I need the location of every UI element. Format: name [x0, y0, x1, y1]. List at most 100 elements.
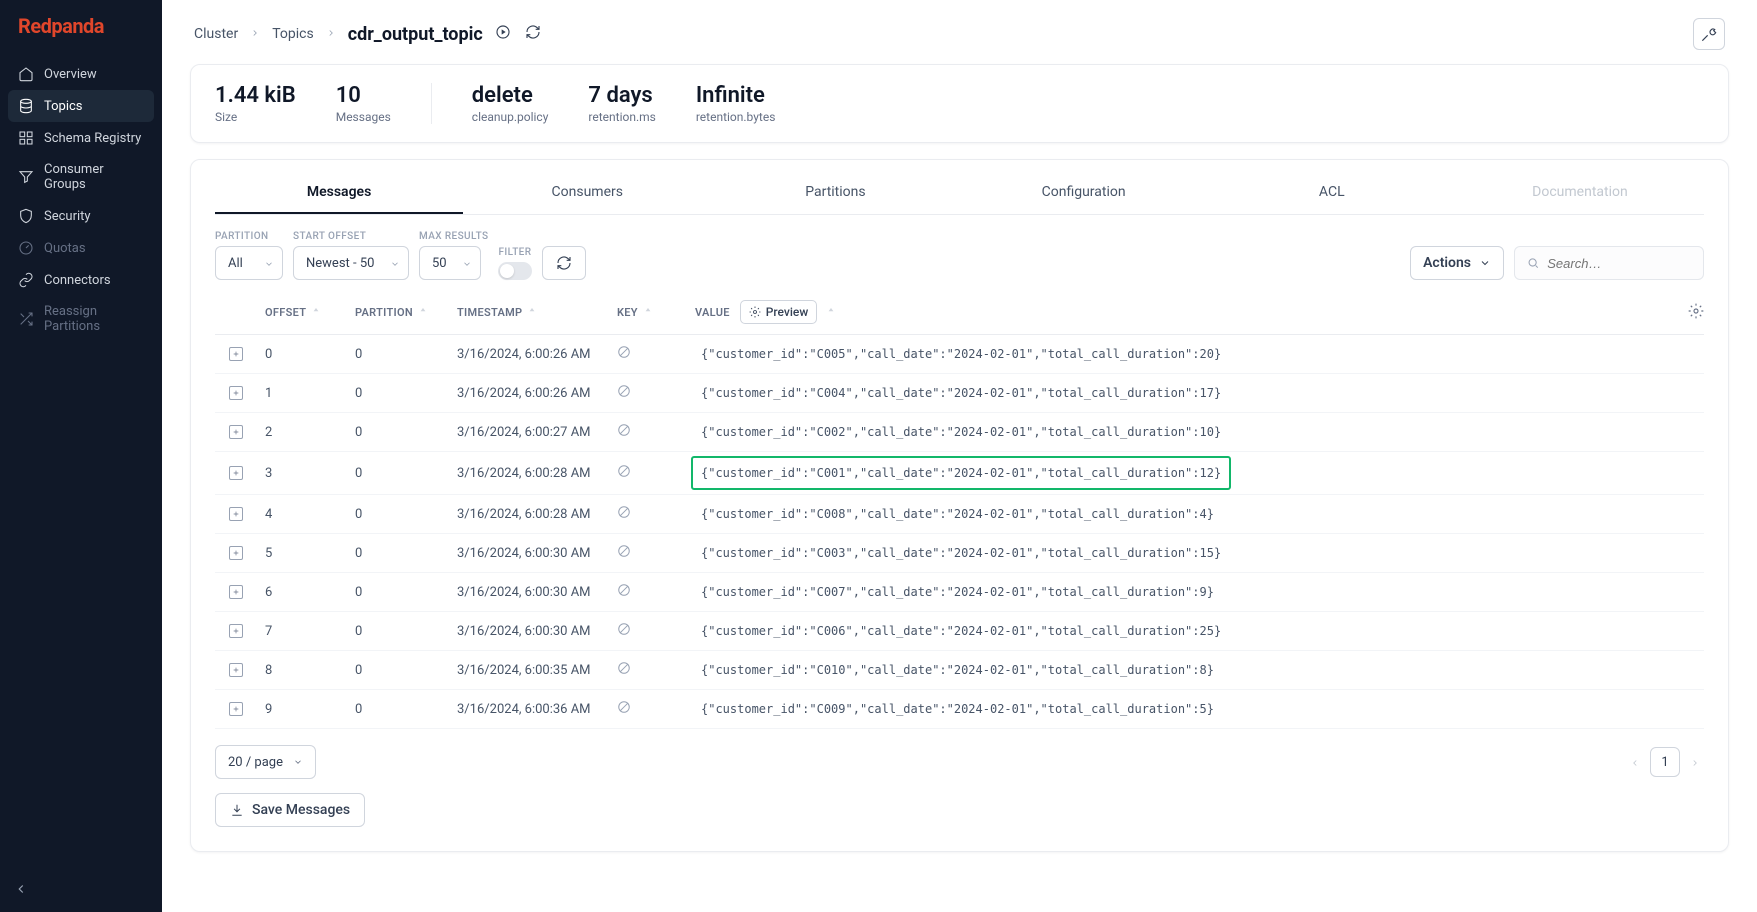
expand-row-button[interactable] — [229, 386, 243, 400]
cell-value: {"customer_id":"C008","call_date":"2024-… — [695, 505, 1664, 523]
max-results-select[interactable]: 50 — [419, 246, 481, 280]
sidebar-item-connectors[interactable]: Connectors — [8, 264, 154, 296]
save-messages-button[interactable]: Save Messages — [215, 793, 365, 827]
page-prev-button[interactable] — [1626, 749, 1644, 776]
table-row[interactable]: 003/16/2024, 6:00:26 AM{"customer_id":"C… — [215, 335, 1704, 374]
sort-icon[interactable] — [419, 306, 427, 319]
cell-offset: 9 — [265, 702, 355, 717]
sidebar-item-topics[interactable]: Topics — [8, 90, 154, 122]
tab-messages[interactable]: Messages — [215, 174, 463, 214]
chevron-right-icon — [326, 26, 336, 42]
th-partition[interactable]: PARTITION — [355, 306, 413, 319]
page-next-button[interactable] — [1686, 749, 1704, 776]
cell-value: {"customer_id":"C006","call_date":"2024-… — [695, 622, 1664, 640]
tab-acl[interactable]: ACL — [1208, 174, 1456, 214]
expand-row-button[interactable] — [229, 347, 243, 361]
sidebar-item-consumer-groups[interactable]: Consumer Groups — [8, 154, 154, 200]
null-icon — [617, 661, 631, 679]
table-row[interactable]: 603/16/2024, 6:00:30 AM{"customer_id":"C… — [215, 573, 1704, 612]
grid-icon — [18, 130, 34, 146]
table-row[interactable]: 203/16/2024, 6:00:27 AM{"customer_id":"C… — [215, 413, 1704, 452]
sort-icon[interactable] — [312, 306, 320, 319]
table-row[interactable]: 503/16/2024, 6:00:30 AM{"customer_id":"C… — [215, 534, 1704, 573]
cell-value: {"customer_id":"C002","call_date":"2024-… — [695, 423, 1664, 441]
refresh-icon[interactable] — [525, 24, 541, 44]
actions-button[interactable]: Actions — [1410, 246, 1504, 280]
sidebar: Redpanda OverviewTopicsSchema RegistryCo… — [0, 0, 162, 912]
cell-partition: 0 — [355, 585, 457, 600]
sidebar-item-label: Schema Registry — [44, 131, 141, 146]
expand-row-button[interactable] — [229, 663, 243, 677]
expand-row-button[interactable] — [229, 624, 243, 638]
sort-icon[interactable] — [644, 306, 652, 319]
sidebar-collapse-button[interactable] — [14, 881, 28, 900]
null-icon — [617, 700, 631, 718]
cell-value: {"customer_id":"C010","call_date":"2024-… — [695, 661, 1664, 679]
chevron-right-icon — [250, 26, 260, 42]
sidebar-nav: OverviewTopics Schema Registry Consumer Gr… — [0, 52, 162, 348]
start-offset-select[interactable]: Newest - 50 — [293, 246, 409, 280]
sidebar-item-quotas[interactable]: Quotas — [8, 232, 154, 264]
th-offset[interactable]: OFFSET — [265, 306, 306, 319]
sidebar-item-schema-registry[interactable]: Schema Registry — [8, 122, 154, 154]
th-key[interactable]: KEY — [617, 306, 638, 319]
breadcrumb-cluster[interactable]: Cluster — [194, 26, 238, 42]
null-icon — [617, 384, 631, 402]
search-input-wrapper[interactable] — [1514, 246, 1704, 280]
th-value[interactable]: VALUE — [695, 306, 730, 319]
sidebar-item-reassign-partitions[interactable]: Reassign Partitions — [8, 296, 154, 342]
cell-offset: 4 — [265, 507, 355, 522]
table-settings-button[interactable] — [1664, 303, 1704, 322]
expand-row-button[interactable] — [229, 702, 243, 716]
expand-row-button[interactable] — [229, 425, 243, 439]
filter-toggle[interactable] — [498, 262, 532, 280]
partition-select[interactable]: All — [215, 246, 283, 280]
home-icon — [18, 66, 34, 82]
cell-key — [617, 622, 695, 640]
sidebar-item-security[interactable]: Security — [8, 200, 154, 232]
stat-label: retention.bytes — [696, 110, 776, 124]
tab-configuration[interactable]: Configuration — [960, 174, 1208, 214]
start-offset-label: START OFFSET — [293, 231, 409, 242]
table-row[interactable]: 303/16/2024, 6:00:28 AM{"customer_id":"C… — [215, 452, 1704, 495]
main-content: Cluster Topics cdr_output_topic 1.44 kiB… — [162, 0, 1757, 912]
th-timestamp[interactable]: TIMESTAMP — [457, 306, 522, 319]
settings-button[interactable] — [1693, 18, 1725, 50]
expand-row-button[interactable] — [229, 507, 243, 521]
table-row[interactable]: 903/16/2024, 6:00:36 AM{"customer_id":"C… — [215, 690, 1704, 729]
tab-partitions[interactable]: Partitions — [711, 174, 959, 214]
null-icon — [617, 464, 631, 482]
stat-value: 1.44 kiB — [215, 83, 296, 108]
cell-partition: 0 — [355, 386, 457, 401]
expand-row-button[interactable] — [229, 585, 243, 599]
cell-partition: 0 — [355, 347, 457, 362]
expand-row-button[interactable] — [229, 466, 243, 480]
table-row[interactable]: 703/16/2024, 6:00:30 AM{"customer_id":"C… — [215, 612, 1704, 651]
table-row[interactable]: 803/16/2024, 6:00:35 AM{"customer_id":"C… — [215, 651, 1704, 690]
sort-icon[interactable] — [827, 306, 835, 319]
cell-timestamp: 3/16/2024, 6:00:35 AM — [457, 663, 617, 678]
topic-stats: 1.44 kiBSize10Messagesdeletecleanup.poli… — [190, 64, 1729, 143]
cell-timestamp: 3/16/2024, 6:00:36 AM — [457, 702, 617, 717]
table-row[interactable]: 403/16/2024, 6:00:28 AM{"customer_id":"C… — [215, 495, 1704, 534]
play-icon[interactable] — [495, 24, 511, 44]
cell-offset: 5 — [265, 546, 355, 561]
filter-row: PARTITION All START OFFSET Newest - 50 M… — [215, 231, 1704, 280]
null-icon — [617, 544, 631, 562]
expand-row-button[interactable] — [229, 546, 243, 560]
chevron-down-icon — [390, 258, 400, 268]
sort-icon[interactable] — [528, 306, 536, 319]
panel-tabs: MessagesConsumersPartitionsConfiguration… — [215, 174, 1704, 215]
page-number[interactable]: 1 — [1650, 747, 1680, 777]
tab-consumers[interactable]: Consumers — [463, 174, 711, 214]
table-row[interactable]: 103/16/2024, 6:00:26 AM{"customer_id":"C… — [215, 374, 1704, 413]
breadcrumb-topics[interactable]: Topics — [272, 26, 313, 42]
sidebar-item-overview[interactable]: Overview — [8, 58, 154, 90]
chevron-down-icon — [264, 258, 274, 268]
search-input[interactable] — [1547, 256, 1691, 271]
refresh-button[interactable] — [542, 246, 586, 280]
stat-retention-bytes: Infiniteretention.bytes — [696, 83, 776, 124]
cell-value: {"customer_id":"C009","call_date":"2024-… — [695, 700, 1664, 718]
page-size-select[interactable]: 20 / page — [215, 745, 316, 779]
preview-button[interactable]: Preview — [740, 300, 818, 324]
